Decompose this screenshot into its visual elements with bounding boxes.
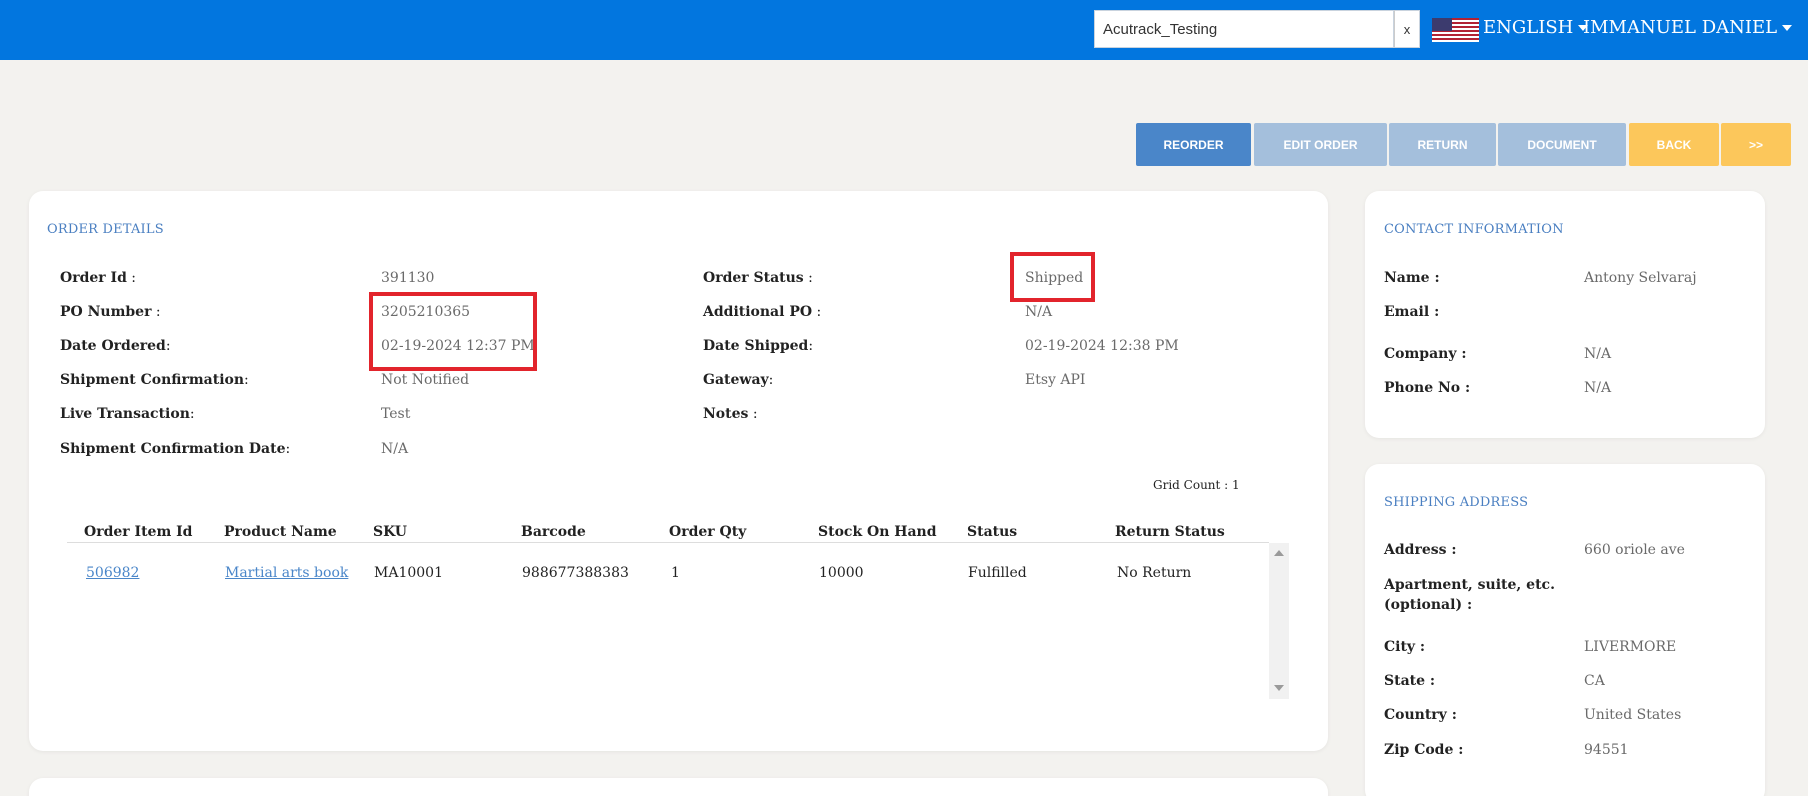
contact-company-label: Company : — [1384, 346, 1467, 362]
date-ordered-label: Date Ordered: — [60, 338, 171, 354]
document-button[interactable]: DOCUMENT — [1498, 123, 1626, 166]
language-dropdown[interactable]: ENGLISH — [1483, 17, 1589, 38]
shipment-confirmation-label: Shipment Confirmation: — [60, 372, 249, 388]
return-status-cell: No Return — [1117, 565, 1192, 581]
top-navbar: x ENGLISH IMMANUEL DANIEL — [0, 0, 1808, 60]
scroll-up-arrow-icon[interactable] — [1274, 550, 1284, 556]
stock-on-hand-cell: 10000 — [819, 565, 864, 581]
shipping-address-title: SHIPPING ADDRESS — [1384, 495, 1529, 510]
po-date-highlight-box — [369, 292, 537, 371]
apartment-label-line1: Apartment, suite, etc. — [1384, 577, 1555, 593]
order-status-label: Order Status : — [703, 270, 813, 286]
order-qty-cell: 1 — [671, 565, 680, 581]
city-label: City : — [1384, 639, 1426, 655]
product-name-link[interactable]: Martial arts book — [225, 565, 348, 581]
table-header-divider — [67, 542, 1269, 543]
po-number-label: PO Number : — [60, 304, 161, 320]
zip-code-label: Zip Code : — [1384, 742, 1464, 758]
contact-name-value: Antony Selvaraj — [1584, 270, 1697, 286]
barcode-cell: 988677388383 — [522, 565, 629, 581]
gateway-value: Etsy API — [1025, 372, 1086, 388]
chevron-down-icon — [1782, 25, 1793, 31]
user-name: IMMANUEL DANIEL — [1583, 17, 1778, 38]
state-value: CA — [1584, 673, 1605, 689]
contact-company-value: N/A — [1584, 346, 1612, 362]
gateway-label: Gateway: — [703, 372, 774, 388]
contact-phone-label: Phone No : — [1384, 380, 1471, 396]
contact-name-label: Name : — [1384, 270, 1440, 286]
column-header-barcode[interactable]: Barcode — [521, 524, 586, 540]
search-input[interactable] — [1095, 11, 1394, 47]
order-status-highlight-box — [1010, 252, 1095, 302]
grid-count: Grid Count : 1 — [1153, 478, 1240, 492]
order-details-card — [29, 191, 1328, 751]
state-label: State : — [1384, 673, 1436, 689]
country-value: United States — [1584, 707, 1682, 723]
column-header-sku[interactable]: SKU — [373, 524, 407, 540]
return-button[interactable]: RETURN — [1389, 123, 1496, 166]
table-scrollbar[interactable] — [1269, 543, 1289, 699]
additional-po-value: N/A — [1025, 304, 1053, 320]
status-cell: Fulfilled — [968, 565, 1027, 581]
live-transaction-value: Test — [381, 406, 411, 422]
column-header-status[interactable]: Status — [967, 524, 1017, 540]
address-value: 660 oriole ave — [1584, 542, 1685, 558]
next-button[interactable]: >> — [1721, 123, 1791, 166]
order-item-id-link[interactable]: 506982 — [86, 565, 139, 581]
column-header-product-name[interactable]: Product Name — [224, 524, 337, 540]
back-button[interactable]: BACK — [1629, 123, 1719, 166]
next-section-card — [29, 778, 1328, 796]
order-id-label: Order Id : — [60, 270, 137, 286]
additional-po-label: Additional PO : — [703, 304, 822, 320]
column-header-order-item-id[interactable]: Order Item Id — [84, 524, 192, 540]
search-clear-button[interactable]: x — [1394, 10, 1420, 48]
order-id-value: 391130 — [381, 270, 435, 286]
notes-label: Notes : — [703, 406, 758, 422]
column-header-stock-on-hand[interactable]: Stock On Hand — [818, 524, 937, 540]
language-label: ENGLISH — [1483, 17, 1574, 38]
contact-email-label: Email : — [1384, 304, 1440, 320]
search-box[interactable] — [1094, 10, 1394, 48]
sku-cell: MA10001 — [374, 565, 443, 581]
shipment-confirmation-value: Not Notified — [381, 372, 470, 388]
country-label: Country : — [1384, 707, 1457, 723]
date-shipped-label: Date Shipped: — [703, 338, 814, 354]
apartment-label-line2: (optional) : — [1384, 597, 1473, 613]
city-value: LIVERMORE — [1584, 639, 1677, 655]
shipment-confirmation-date-value: N/A — [381, 441, 409, 457]
column-header-return-status[interactable]: Return Status — [1115, 524, 1225, 540]
shipment-confirmation-date-label: Shipment Confirmation Date: — [60, 441, 291, 457]
user-menu[interactable]: IMMANUEL DANIEL — [1583, 17, 1793, 38]
scroll-down-arrow-icon[interactable] — [1274, 685, 1284, 691]
live-transaction-label: Live Transaction: — [60, 406, 195, 422]
reorder-button[interactable]: REORDER — [1136, 123, 1251, 166]
zip-code-value: 94551 — [1584, 742, 1629, 758]
us-flag-icon[interactable] — [1432, 18, 1479, 42]
order-details-title: ORDER DETAILS — [47, 222, 164, 237]
contact-phone-value: N/A — [1584, 380, 1612, 396]
column-header-order-qty[interactable]: Order Qty — [669, 524, 746, 540]
edit-order-button[interactable]: EDIT ORDER — [1254, 123, 1387, 166]
contact-information-title: CONTACT INFORMATION — [1384, 222, 1564, 237]
date-shipped-value: 02-19-2024 12:38 PM — [1025, 338, 1179, 354]
address-label: Address : — [1384, 542, 1457, 558]
